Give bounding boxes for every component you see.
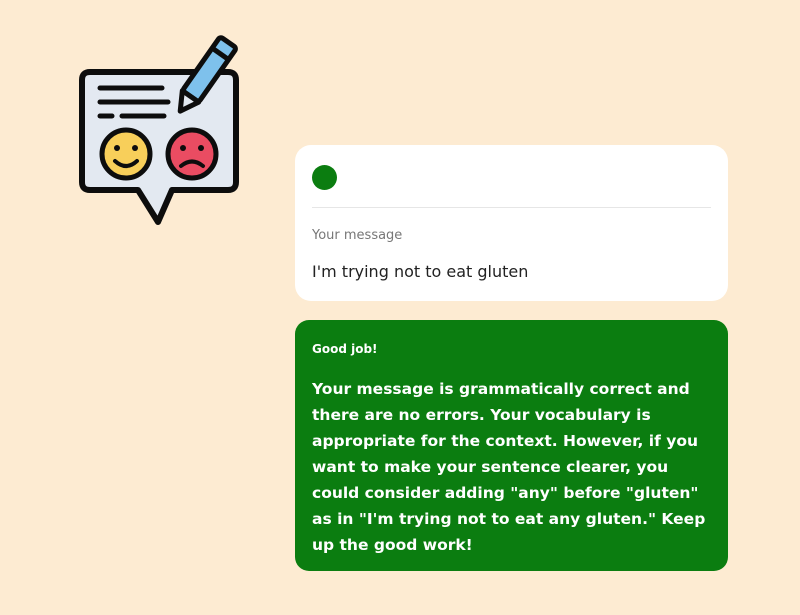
feedback-card: Good job! Your message is grammatically … bbox=[295, 320, 728, 571]
feedback-chat-icon bbox=[79, 35, 239, 225]
feedback-title: Good job! bbox=[312, 342, 378, 356]
feedback-body: Your message is grammatically correct an… bbox=[312, 380, 706, 554]
message-label: Your message bbox=[312, 228, 403, 243]
happy-face-icon bbox=[99, 127, 153, 181]
divider bbox=[312, 207, 711, 208]
sad-face-icon bbox=[165, 127, 219, 181]
user-message-card: Your message I'm trying not to eat glute… bbox=[295, 145, 728, 301]
message-text: I'm trying not to eat gluten bbox=[312, 262, 529, 281]
status-indicator-dot bbox=[312, 165, 337, 190]
